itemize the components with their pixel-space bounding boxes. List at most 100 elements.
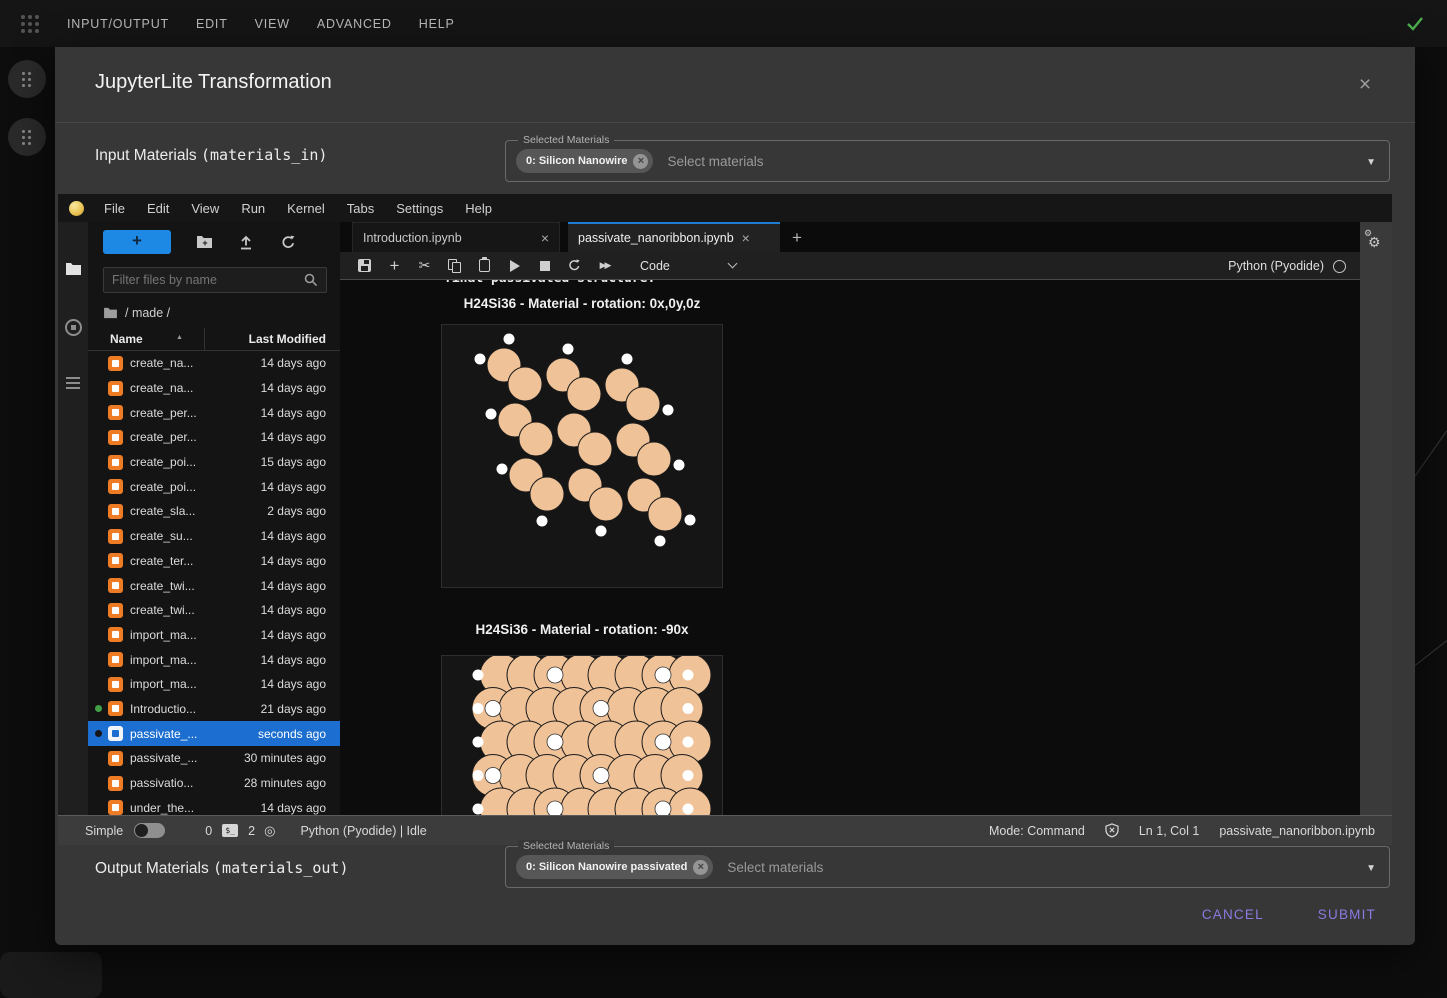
notebook-main-area: Introduction.ipynb × passivate_nanoribbo… <box>340 222 1360 815</box>
file-row[interactable]: create_per...14 days ago <box>88 425 340 450</box>
chip-delete-icon[interactable]: × <box>633 154 648 169</box>
simple-mode-label: Simple <box>85 824 123 838</box>
jupyter-menu-view[interactable]: View <box>191 201 219 216</box>
apps-grid-icon[interactable] <box>21 15 25 19</box>
run-icon[interactable] <box>508 259 521 273</box>
kernel-status-text[interactable]: Python (Pyodide) | Idle <box>300 824 426 838</box>
close-icon[interactable]: × <box>1353 73 1377 97</box>
file-row[interactable]: create_su...14 days ago <box>88 524 340 549</box>
chip-delete-icon[interactable]: × <box>693 860 708 875</box>
tab-introduction[interactable]: Introduction.ipynb × <box>352 222 560 252</box>
refresh-icon[interactable] <box>279 233 297 251</box>
settings-gears-icon[interactable]: ⚙ <box>1368 234 1381 251</box>
menu-edit[interactable]: EDIT <box>196 17 228 31</box>
hydrogen-atom <box>663 405 674 416</box>
menu-view[interactable]: VIEW <box>255 17 290 31</box>
terminals-count[interactable]: 0 <box>205 824 212 838</box>
file-row[interactable]: create_twi...14 days ago <box>88 573 340 598</box>
file-row[interactable]: create_na...14 days ago <box>88 351 340 376</box>
table-of-contents-icon[interactable] <box>64 374 82 392</box>
file-filter-input[interactable] <box>104 273 304 287</box>
input-materials-select[interactable]: Selected Materials 0: Silicon Nanowire ×… <box>505 140 1390 182</box>
success-check-icon[interactable] <box>1405 13 1425 33</box>
file-row[interactable]: create_twi...14 days ago <box>88 598 340 623</box>
status-bar-right: Mode: Command Ln 1, Col 1 passivate_nano… <box>989 823 1375 838</box>
tab-passivate-nanoribbon[interactable]: passivate_nanoribbon.ipynb × <box>568 222 780 252</box>
jupyter-menu-tabs[interactable]: Tabs <box>347 201 374 216</box>
simple-mode-toggle[interactable] <box>134 823 165 838</box>
floating-action-button[interactable] <box>8 118 46 156</box>
menu-help[interactable]: HELP <box>419 17 455 31</box>
paste-icon[interactable] <box>478 259 491 273</box>
menu-advanced[interactable]: ADVANCED <box>317 17 392 31</box>
terminal-icon[interactable]: $_ <box>222 824 238 837</box>
file-name: create_na... <box>130 356 193 370</box>
running-kernels-icon[interactable] <box>64 318 82 336</box>
file-row[interactable]: create_sla...2 days ago <box>88 499 340 524</box>
file-row[interactable]: create_ter...14 days ago <box>88 549 340 574</box>
output-materials-select[interactable]: Selected Materials 0: Silicon Nanowire p… <box>505 846 1390 888</box>
save-icon[interactable] <box>358 259 371 273</box>
column-header-modified[interactable]: Last Modified <box>249 332 326 346</box>
file-row[interactable]: passivate_...30 minutes ago <box>88 746 340 771</box>
tab-close-icon[interactable]: × <box>742 230 750 246</box>
structure-figure-1-svg <box>442 325 722 587</box>
hydrogen-atom <box>596 526 607 537</box>
kernel-status-icon[interactable] <box>1333 260 1346 273</box>
file-row[interactable]: import_ma...14 days ago <box>88 647 340 672</box>
column-header-name[interactable]: Name <box>110 332 143 346</box>
restart-kernel-icon[interactable] <box>568 259 581 273</box>
mode-indicator[interactable]: Mode: Command <box>989 824 1085 838</box>
row-dot-placeholder <box>95 533 102 540</box>
cut-icon[interactable]: ✂ <box>418 259 431 273</box>
jupyter-menu-run[interactable]: Run <box>241 201 265 216</box>
copy-icon[interactable] <box>448 259 461 273</box>
file-row[interactable]: passivatio...28 minutes ago <box>88 771 340 796</box>
dropdown-caret-icon[interactable]: ▼ <box>1366 863 1376 874</box>
kernel-name-button[interactable]: Python (Pyodide) <box>1228 259 1324 273</box>
submit-button[interactable]: SUBMIT <box>1304 899 1390 930</box>
cell-type-select[interactable]: Code <box>640 259 670 273</box>
file-row[interactable]: create_na...14 days ago <box>88 376 340 401</box>
file-row[interactable]: import_ma...14 days ago <box>88 623 340 648</box>
shield-icon[interactable] <box>1105 823 1119 838</box>
file-row[interactable]: Introductio...21 days ago <box>88 697 340 722</box>
menu-input-output[interactable]: INPUT/OUTPUT <box>67 17 169 31</box>
hydrogen-atom <box>473 804 484 815</box>
add-tab-icon[interactable]: + <box>792 228 802 252</box>
jupyter-menu-edit[interactable]: Edit <box>147 201 169 216</box>
floating-action-button[interactable] <box>8 60 46 98</box>
file-name: passivate_... <box>130 751 197 765</box>
stop-icon[interactable] <box>538 259 551 273</box>
tab-close-icon[interactable]: × <box>541 230 549 246</box>
chevron-down-icon[interactable] <box>727 259 737 269</box>
jupyter-menu-help[interactable]: Help <box>465 201 492 216</box>
upload-icon[interactable] <box>237 233 255 251</box>
file-row[interactable]: import_ma...14 days ago <box>88 672 340 697</box>
kernels-count[interactable]: 2 <box>248 824 255 838</box>
cancel-button[interactable]: CANCEL <box>1188 899 1278 930</box>
cursor-position[interactable]: Ln 1, Col 1 <box>1139 824 1199 838</box>
file-row[interactable]: create_per...14 days ago <box>88 400 340 425</box>
dropdown-caret-icon[interactable]: ▼ <box>1366 157 1376 168</box>
kernel-icon[interactable]: ◎ <box>264 823 275 839</box>
file-browser-icon[interactable] <box>64 260 82 278</box>
new-launcher-button[interactable]: + <box>103 230 171 254</box>
material-chip[interactable]: 0: Silicon Nanowire passivated × <box>516 855 713 879</box>
file-row[interactable]: under_the...14 days ago <box>88 795 340 815</box>
file-row[interactable]: create_poi...14 days ago <box>88 474 340 499</box>
file-row[interactable]: create_poi...15 days ago <box>88 450 340 475</box>
jupyter-menu-file[interactable]: File <box>104 201 125 216</box>
add-cell-icon[interactable]: + <box>388 259 401 273</box>
new-folder-icon[interactable]: + <box>195 233 213 251</box>
file-row[interactable]: passivate_...seconds ago <box>88 721 340 746</box>
jupyter-menu-settings[interactable]: Settings <box>396 201 443 216</box>
restart-run-all-icon[interactable]: ▶▶ <box>598 259 611 273</box>
jupyter-menu-kernel[interactable]: Kernel <box>287 201 325 216</box>
notebook-content[interactable]: final passivated structure: H24Si36 - Ma… <box>340 280 1360 815</box>
row-dot-placeholder <box>95 681 102 688</box>
material-chip[interactable]: 0: Silicon Nanowire × <box>516 149 653 173</box>
breadcrumb[interactable]: / made / <box>103 306 170 320</box>
kernel-running-dot <box>95 705 102 712</box>
file-modified: 2 days ago <box>195 504 340 518</box>
